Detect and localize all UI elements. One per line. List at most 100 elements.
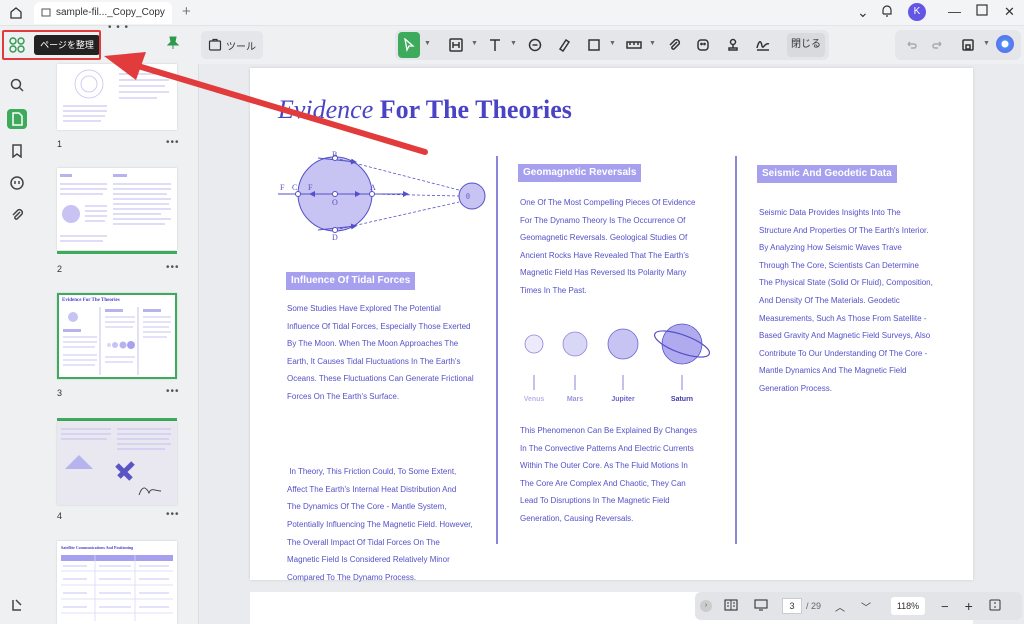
thumbnail-menu-icon[interactable]: ••• bbox=[166, 509, 180, 520]
attachment-icon[interactable] bbox=[8, 206, 26, 224]
comment-tool-button[interactable] bbox=[524, 32, 546, 58]
zoom-out-button[interactable]: − bbox=[941, 599, 949, 614]
fit-page-icon[interactable] bbox=[989, 599, 1001, 613]
page-number-input[interactable]: 3 bbox=[782, 598, 802, 614]
planet-label-mars: Mars bbox=[566, 396, 584, 403]
thumbnail-menu-icon[interactable]: ••• bbox=[166, 137, 180, 148]
chevron-down-icon[interactable]: ▼ bbox=[609, 40, 616, 47]
chevron-down-icon[interactable]: ▼ bbox=[510, 40, 517, 47]
page-navigation-bar: › 3 / 29 ︿ ﹀ 118% − + bbox=[695, 592, 1022, 620]
thumbnail-content bbox=[63, 69, 169, 122]
tidal-heading: Influence Of Tidal Forces bbox=[286, 272, 416, 290]
more-options-icon[interactable]: • • • bbox=[108, 22, 129, 33]
page-thumbnail-3[interactable]: Evidence For The Theories bbox=[57, 293, 177, 379]
minimize-icon[interactable]: ⌄ bbox=[857, 4, 869, 21]
user-avatar[interactable]: K bbox=[908, 3, 926, 21]
planet-label-saturn: Saturn bbox=[670, 396, 694, 403]
page-title: Evidence For The Theories bbox=[278, 95, 572, 124]
close-tools-button[interactable]: 閉じる bbox=[787, 33, 825, 57]
page-thumbnail-1[interactable] bbox=[57, 64, 177, 130]
page-total: / 29 bbox=[806, 601, 822, 611]
diagram-label: A bbox=[370, 183, 376, 192]
diagram-label: F bbox=[280, 183, 285, 192]
add-tab-button[interactable]: + bbox=[182, 3, 191, 20]
thumbnail-content bbox=[60, 174, 171, 242]
pdf-icon bbox=[41, 8, 51, 17]
ai-assistant-icon[interactable] bbox=[996, 35, 1014, 53]
tools-button[interactable]: ツール bbox=[201, 31, 263, 59]
stamp-tool-button[interactable] bbox=[722, 32, 744, 58]
comments-icon[interactable] bbox=[8, 174, 26, 192]
toolbox-icon bbox=[208, 38, 222, 51]
pages-icon[interactable] bbox=[7, 109, 27, 129]
tidal-paragraph-2: In Theory, This Friction Could, To Some … bbox=[287, 467, 473, 582]
page-view-icon[interactable] bbox=[724, 599, 738, 613]
select-tool-button[interactable] bbox=[398, 32, 420, 58]
planets-diagram bbox=[524, 323, 711, 390]
seismic-paragraph: Seismic Data Provides Insights Into The S… bbox=[759, 208, 933, 393]
page-thumbnail-5[interactable]: Satellite Communications And Positioning bbox=[57, 541, 177, 624]
sticker-tool-button[interactable] bbox=[692, 32, 714, 58]
bookmark-icon[interactable] bbox=[8, 142, 26, 160]
page-thumbnail-2[interactable] bbox=[57, 168, 177, 250]
redo-icon[interactable] bbox=[929, 32, 947, 58]
geomagnetic-heading: Geomagnetic Reversals bbox=[518, 164, 642, 182]
highlighter-tool-button[interactable] bbox=[553, 32, 575, 58]
seismic-heading: Seismic And Geodetic Data bbox=[757, 165, 897, 183]
document-tab[interactable]: sample-fil..._Copy_Copy bbox=[34, 2, 172, 24]
tab-title: sample-fil..._Copy_Copy bbox=[56, 7, 165, 18]
save-icon[interactable] bbox=[958, 32, 978, 58]
window-minimize-button[interactable]: — bbox=[948, 4, 961, 19]
text-tool-button[interactable] bbox=[484, 32, 506, 58]
column-divider bbox=[496, 156, 498, 544]
chevron-down-icon[interactable]: ▼ bbox=[983, 40, 990, 47]
chevron-down-icon[interactable]: ▼ bbox=[649, 40, 656, 47]
signature-tool-button[interactable] bbox=[752, 32, 774, 58]
geomagnetic-paragraph-1: One Of The Most Compelling Pieces Of Evi… bbox=[520, 198, 696, 295]
tools-label: ツール bbox=[226, 41, 256, 53]
previous-page-button[interactable]: ︿ bbox=[835, 599, 845, 614]
home-icon[interactable] bbox=[8, 5, 24, 21]
collapse-icon[interactable]: › bbox=[700, 600, 712, 612]
tidal-force-diagram: F C F B O A D θ bbox=[278, 150, 486, 242]
diagram-label: F bbox=[308, 183, 313, 192]
page-thumbnail-4[interactable] bbox=[57, 421, 177, 505]
page-number-2: 2 bbox=[57, 264, 63, 274]
planet-label-jupiter: Jupiter bbox=[611, 396, 635, 403]
thumbnail-title: Satellite Communications And Positioning bbox=[61, 545, 134, 550]
zoom-in-button[interactable]: + bbox=[965, 598, 973, 614]
next-page-button[interactable]: ﹀ bbox=[861, 599, 871, 614]
thumbnail-menu-icon[interactable]: ••• bbox=[166, 386, 180, 397]
drop-indicator bbox=[57, 251, 177, 254]
window-maximize-button[interactable] bbox=[976, 4, 988, 19]
chevron-down-icon[interactable]: ▼ bbox=[424, 40, 431, 47]
attachment-tool-button[interactable] bbox=[663, 32, 685, 58]
diagram-label: C bbox=[292, 183, 297, 192]
window-close-button[interactable]: ✕ bbox=[1004, 4, 1015, 20]
presentation-icon[interactable] bbox=[754, 599, 768, 613]
measure-tool-button[interactable] bbox=[623, 32, 645, 58]
pin-icon[interactable] bbox=[166, 36, 180, 53]
layers-icon[interactable] bbox=[8, 596, 26, 614]
undo-icon[interactable] bbox=[902, 32, 920, 58]
bell-icon[interactable] bbox=[880, 4, 894, 21]
thumbnail-content bbox=[61, 555, 173, 621]
highlight-annotation-box bbox=[2, 30, 101, 60]
diagram-label: θ bbox=[466, 192, 470, 201]
zoom-level[interactable]: 118% bbox=[891, 597, 926, 615]
text-box-tool-button[interactable] bbox=[445, 32, 467, 58]
thumbnail-content bbox=[63, 307, 171, 375]
diagram-label: D bbox=[332, 233, 338, 242]
shape-tool-button[interactable] bbox=[583, 32, 605, 58]
chevron-down-icon[interactable]: ▼ bbox=[471, 40, 478, 47]
page-number-1: 1 bbox=[57, 139, 63, 149]
page-number-4: 4 bbox=[57, 511, 63, 521]
thumbnail-content bbox=[57, 421, 177, 505]
tidal-paragraph-1: Some Studies Have Explored The Potential… bbox=[287, 304, 474, 401]
thumbnail-menu-icon[interactable]: ••• bbox=[166, 262, 180, 273]
column-divider bbox=[735, 156, 737, 544]
search-icon[interactable] bbox=[8, 76, 26, 94]
geomagnetic-paragraph-2: This Phenomenon Can Be Explained By Chan… bbox=[520, 426, 697, 523]
page-number-3: 3 bbox=[57, 388, 63, 398]
thumbnail-title: Evidence For The Theories bbox=[62, 298, 120, 303]
